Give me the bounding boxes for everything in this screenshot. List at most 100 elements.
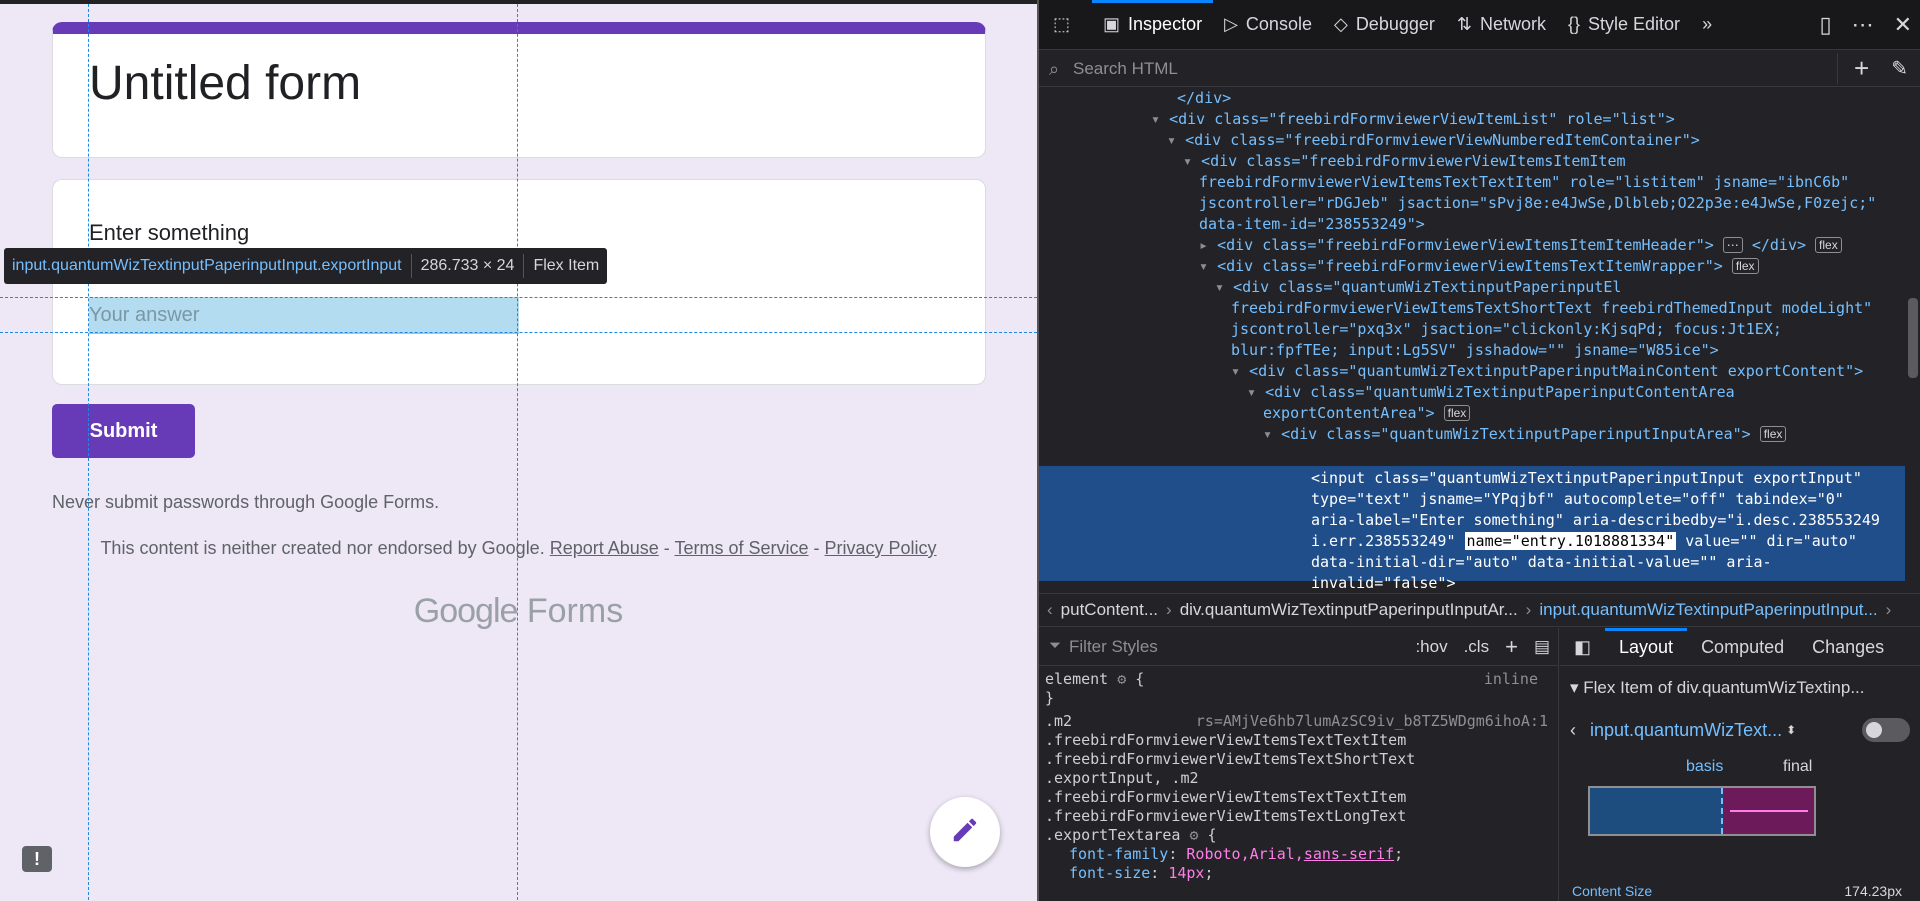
chevron-left-icon[interactable]: ‹ — [1039, 600, 1053, 620]
markup-line[interactable]: jscontroller="rDGJeb" jsaction="sPvj8e:e… — [1039, 193, 1905, 214]
markup-line[interactable]: jscontroller="pxq3x" jsaction="clickonly… — [1039, 319, 1905, 340]
markup-line[interactable]: </div> — [1039, 88, 1905, 109]
element-picker-button[interactable]: ⬚ — [1039, 0, 1092, 50]
tab-computed[interactable]: Computed — [1687, 628, 1798, 666]
terms-of-service-link[interactable]: Terms of Service — [674, 538, 808, 558]
inspector-guide-horizontal — [0, 332, 1037, 333]
edit-fab[interactable] — [930, 797, 1000, 867]
markup-line[interactable]: exportContentArea"> flex — [1039, 403, 1905, 424]
filter-styles-input[interactable] — [1039, 631, 1408, 662]
search-icon: ⌕ — [1049, 59, 1060, 79]
markup-line: data-initial-dir="auto" data-initial-val… — [1311, 553, 1772, 571]
breadcrumb-item[interactable]: div.quantumWizTextinputPaperinputInputAr… — [1172, 600, 1526, 620]
markup-line[interactable]: ▸ <div class="freebirdFormviewerViewItem… — [1039, 235, 1905, 256]
css-declaration[interactable]: font-size: 14px; — [1039, 864, 1558, 883]
report-problem-icon[interactable]: ! — [22, 846, 52, 872]
responsive-design-icon[interactable]: ▯ — [1819, 12, 1831, 38]
close-icon[interactable]: ✕ — [1894, 12, 1912, 38]
hov-button[interactable]: :hov — [1407, 637, 1455, 657]
markup-line[interactable]: ▾ <div class="freebirdFormviewerViewItem… — [1039, 256, 1905, 277]
markup-line[interactable]: freebirdFormviewerViewItemsTextTextItem"… — [1039, 172, 1905, 193]
css-source-link[interactable]: rs=AMjVe6hb7lumAzSC9iv_b8TZ5WDgm6ihoA:1 — [1196, 712, 1558, 731]
tab-layout[interactable]: Layout — [1605, 627, 1688, 666]
css-rule-line: .freebirdFormviewerViewItemsTextShortTex… — [1045, 750, 1416, 768]
add-node-icon[interactable]: + — [1837, 53, 1885, 84]
markup-line[interactable]: ▾ <div class="freebirdFormviewerViewNumb… — [1039, 130, 1905, 151]
selected-node[interactable]: <input class="quantumWizTextinputPaperin… — [1039, 466, 1905, 588]
markup-line[interactable]: blur:fpfTEe; input:Lg5SV" jsshadow="" js… — [1039, 340, 1905, 361]
eyedropper-icon[interactable]: ✎ — [1885, 56, 1920, 81]
cls-button[interactable]: .cls — [1456, 637, 1498, 657]
tab-console[interactable]: ▷ Console — [1213, 0, 1323, 50]
submit-button[interactable]: Submit — [52, 404, 195, 458]
css-rule-line: .freebirdFormviewerViewItemsTextTextItem — [1045, 731, 1407, 749]
flex-item-selector[interactable]: ‹ input.quantumWizText... ⬍ — [1560, 710, 1920, 750]
chevron-right-icon[interactable]: › — [1886, 600, 1892, 620]
markup-scrollbar[interactable] — [1905, 88, 1920, 588]
more-tabs-button[interactable]: » — [1691, 0, 1731, 50]
inspector-guide-vertical — [88, 4, 89, 901]
inspector-tooltip: input.quantumWizTextinputPaperinputInput… — [4, 248, 608, 284]
content-size-label: Content Size — [1572, 883, 1653, 899]
search-html-input[interactable] — [1039, 52, 1838, 85]
tab-debugger-label: Debugger — [1355, 14, 1435, 34]
markup-line: type="text" jsname="YPqjbf" autocomplete… — [1311, 490, 1844, 508]
rules-pane: ⏷ :hov .cls + ▤ element ⚙ {inline } .m2r… — [1039, 628, 1559, 901]
css-rule-line: element ⚙ {inline — [1045, 670, 1538, 688]
toggle-sidebar-icon[interactable]: ◧ — [1560, 628, 1605, 666]
tab-network-label: Network — [1479, 14, 1546, 34]
css-rule-line: } — [1045, 689, 1055, 707]
inspector-icon: ▣ — [1103, 14, 1121, 34]
breadcrumb-item[interactable]: putContent... — [1053, 600, 1166, 620]
search-bar: ⌕ + ✎ — [1039, 51, 1920, 87]
markup-line[interactable]: ▾ <div class="quantumWizTextinputPaperin… — [1039, 361, 1905, 382]
tab-style-editor[interactable]: {} Style Editor — [1557, 0, 1691, 50]
layout-pane: ◧ Layout Computed Changes ▾ Flex Item of… — [1560, 627, 1920, 901]
markup-line[interactable]: ▾ <div class="quantumWizTextinputPaperin… — [1039, 277, 1905, 298]
console-icon: ▷ — [1224, 14, 1238, 34]
report-abuse-link[interactable]: Report Abuse — [550, 538, 659, 558]
markup-line[interactable]: freebirdFormviewerViewItemsTextShortText… — [1039, 298, 1905, 319]
print-simulation-icon[interactable]: ▤ — [1526, 637, 1558, 657]
breadcrumb: ‹ putContent... › div.quantumWizTextinpu… — [1039, 593, 1920, 627]
tab-debugger[interactable]: ◇ Debugger — [1323, 0, 1446, 50]
flex-item-header[interactable]: ▾ Flex Item of div.quantumWizTextinp... — [1560, 666, 1920, 710]
tooltip-selector: input.quantumWizTextinputPaperinputInput… — [12, 257, 402, 274]
flex-box — [1588, 786, 1816, 836]
markup-line[interactable]: ▾ <div class="freebirdFormviewerViewItem… — [1039, 109, 1905, 130]
markup-line: aria-label="Enter something" aria-descri… — [1311, 511, 1880, 529]
more-options-icon[interactable]: ⋯ — [1852, 12, 1874, 38]
flex-item-sizing-diagram: basis final — [1588, 758, 1828, 848]
flex-item-select-label: input.quantumWizText... — [1590, 719, 1783, 740]
footer-text: This content is neither created nor endo… — [100, 538, 545, 558]
css-rule-line: .freebirdFormviewerViewItemsTextTextItem — [1045, 788, 1407, 806]
css-declaration[interactable]: font-family: Roboto,Arial,sans-serif; — [1039, 845, 1558, 864]
answer-input[interactable] — [89, 297, 519, 333]
footer-separator: - — [658, 538, 675, 558]
answer-underline — [89, 333, 519, 334]
markup-line: i.err.238553249" name="entry.1018881334"… — [1311, 532, 1857, 550]
logo-google: Google — [413, 592, 519, 630]
tab-inspector[interactable]: ▣ Inspector — [1092, 0, 1214, 50]
add-rule-icon[interactable]: + — [1497, 634, 1526, 660]
highlight-toggle[interactable] — [1862, 718, 1910, 742]
flex-basis-fill — [1590, 788, 1723, 834]
markup-line[interactable]: ▾ <div class="quantumWizTextinputPaperin… — [1039, 424, 1905, 445]
css-rule-line: .freebirdFormviewerViewItemsTextLongText — [1045, 807, 1407, 825]
question-label: Enter something — [89, 220, 250, 245]
markup-line[interactable]: ▾ <div class="quantumWizTextinputPaperin… — [1039, 382, 1905, 403]
markup-line[interactable]: data-item-id="238553249"> — [1039, 214, 1905, 235]
tab-network[interactable]: ⇅ Network — [1446, 0, 1557, 50]
chevron-left-icon: ‹ — [1570, 719, 1576, 740]
breadcrumb-item-current[interactable]: input.quantumWizTextinputPaperinputInput… — [1531, 600, 1885, 620]
pencil-icon — [950, 815, 980, 850]
markup-line: invalid="false"> — [1311, 574, 1456, 588]
form-title: Untitled form — [89, 57, 362, 110]
rules-toolbar: ⏷ :hov .cls + ▤ — [1039, 628, 1558, 666]
privacy-policy-link[interactable]: Privacy Policy — [825, 538, 937, 558]
tab-changes[interactable]: Changes — [1798, 628, 1898, 666]
markup-line[interactable]: ▾ <div class="freebirdFormviewerViewItem… — [1039, 151, 1905, 172]
google-forms-logo: Google Forms — [0, 592, 1037, 631]
sidebar-tabs: ◧ Layout Computed Changes — [1560, 627, 1920, 666]
chevron-down-icon: ▾ — [1570, 678, 1584, 697]
